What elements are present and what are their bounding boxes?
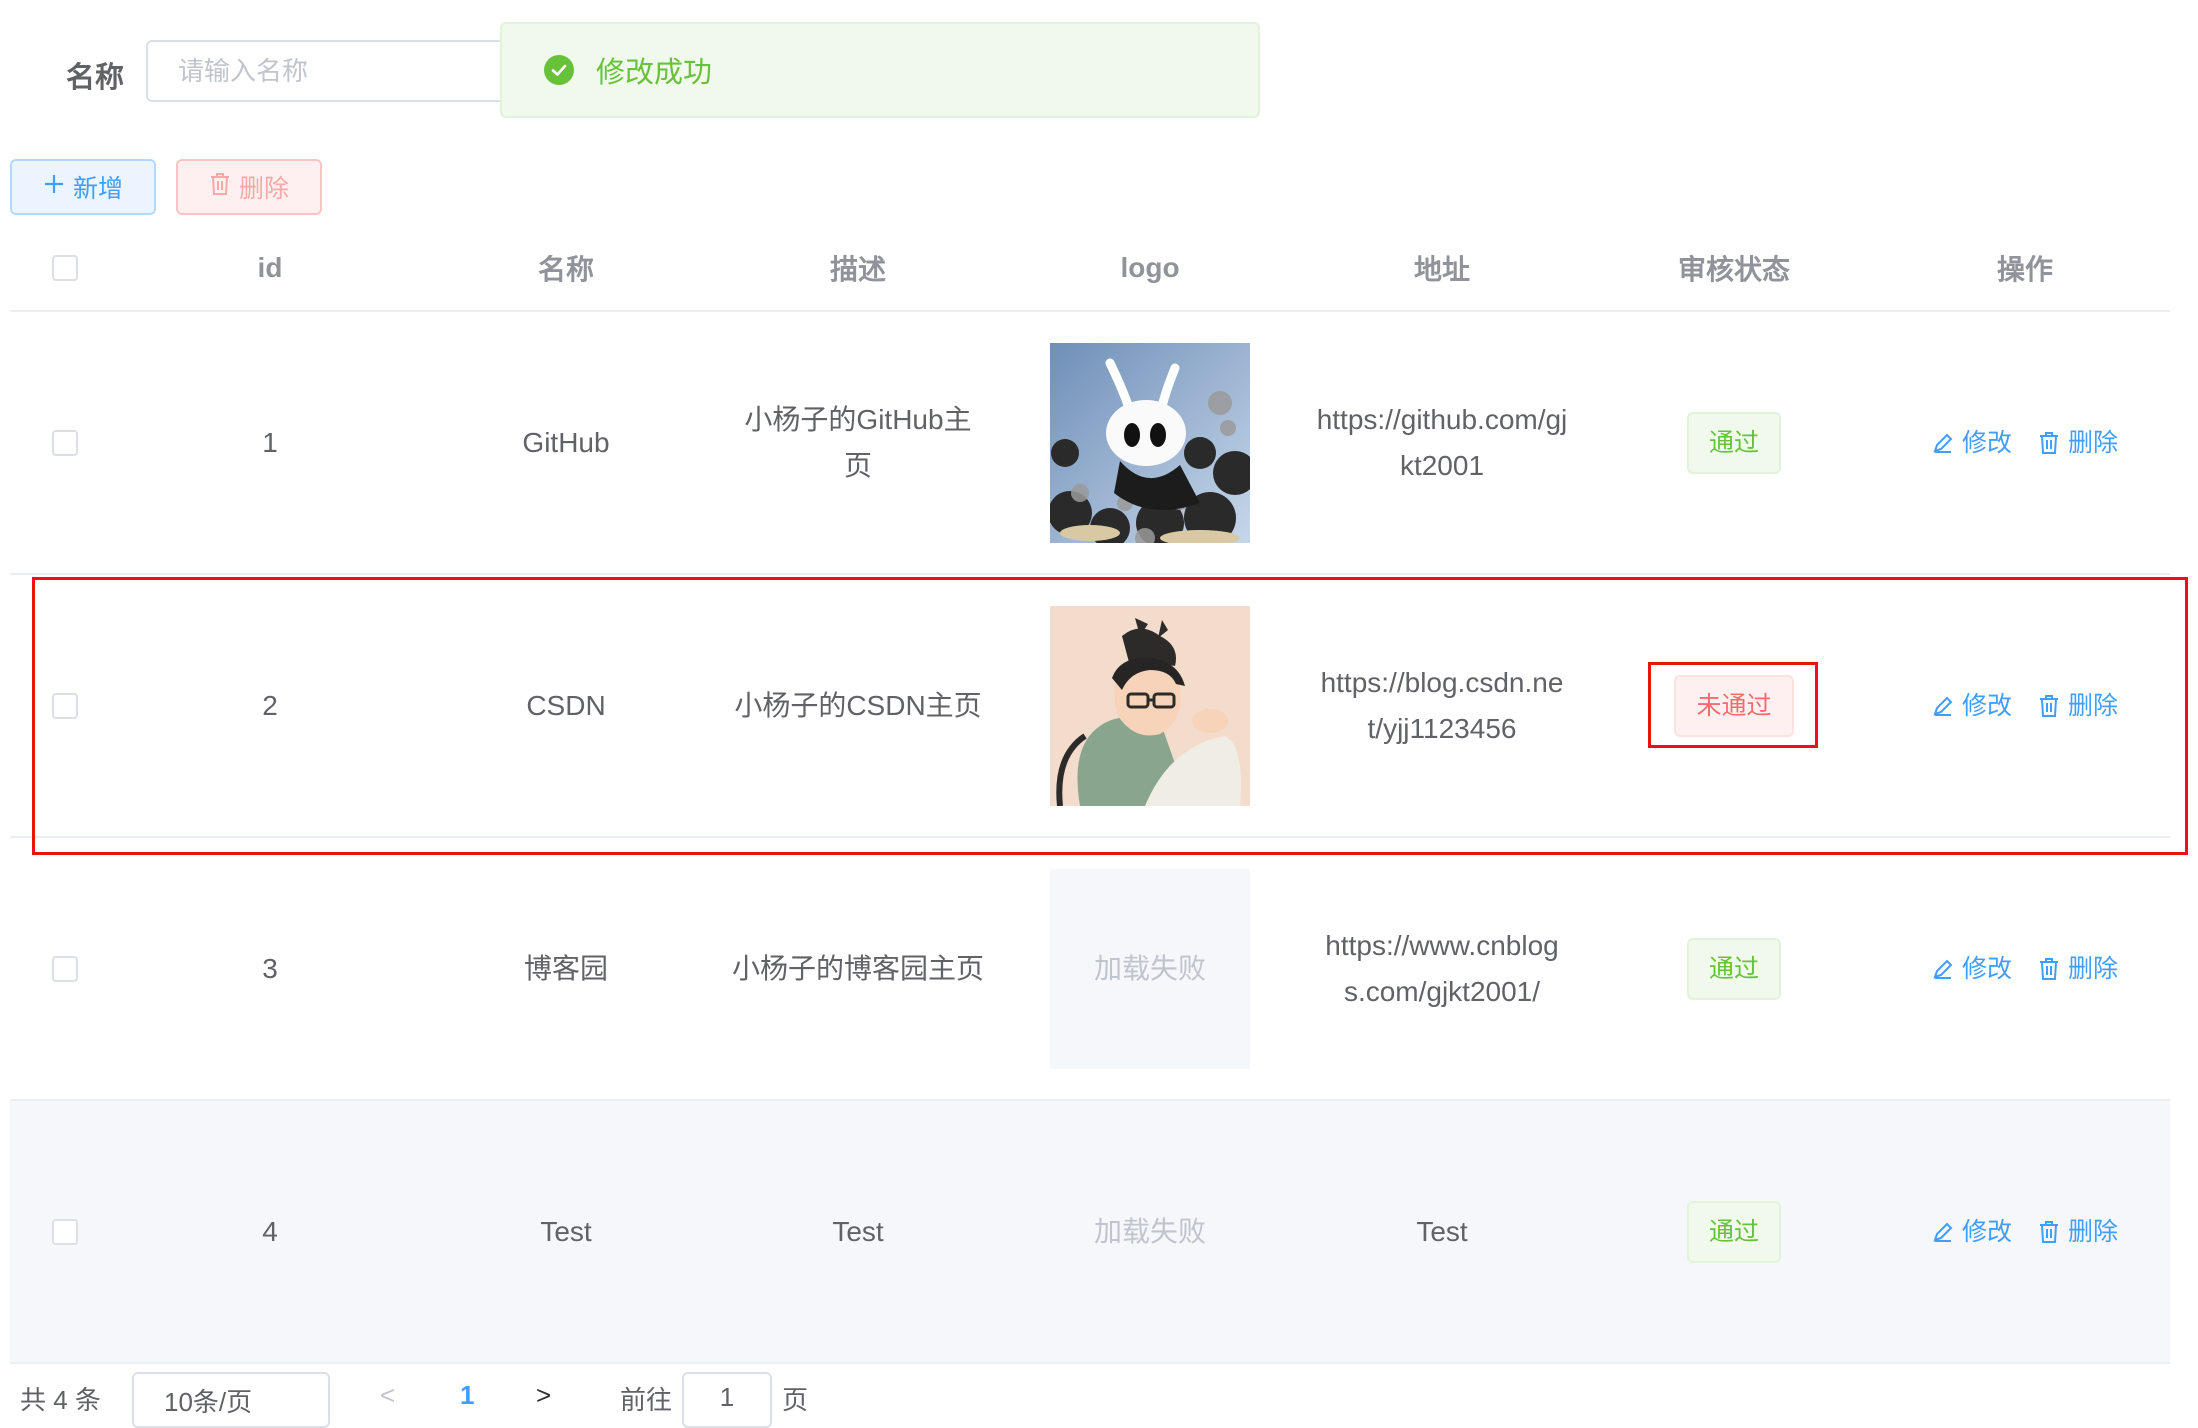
trash-icon <box>2040 1220 2058 1243</box>
cell-desc: 小杨子的GitHub主 页 <box>712 312 1004 573</box>
header-logo: logo <box>1120 252 1180 283</box>
check-circle-icon <box>544 55 574 85</box>
cell-id: 3 <box>262 952 278 984</box>
trash-icon <box>2040 431 2058 454</box>
cell-desc: Test <box>832 1215 884 1247</box>
page-unit-label: 页 <box>782 1385 809 1415</box>
add-button[interactable]: 新增 <box>10 159 156 215</box>
table-row: 2 CSDN 小杨子的CSDN主页 https://blog.csdn.ne t… <box>10 575 2170 838</box>
url-line: kt2001 <box>1399 449 1485 481</box>
plus-icon <box>43 173 65 202</box>
row-checkbox[interactable] <box>52 1218 78 1245</box>
delete-label: 删除 <box>2068 1217 2119 1246</box>
delete-button[interactable]: 删除 <box>2038 946 2118 992</box>
table-row: 1 GitHub 小杨子的GitHub主 页 https://github.co… <box>10 312 2170 575</box>
select-all-checkbox[interactable] <box>52 255 78 281</box>
next-page-button[interactable]: > <box>536 1380 551 1411</box>
edit-icon <box>1933 959 1953 979</box>
edit-button[interactable]: 修改 <box>1932 683 2012 729</box>
table-row: 3 博客园 小杨子的博客园主页 加载失败 https://www.cnblog … <box>10 838 2170 1101</box>
desc-line: 小杨子的CSDN主页 <box>734 689 982 721</box>
table-row: 4 Test Test 加载失败 Test 通过 修改 删除 <box>10 1101 2170 1364</box>
add-button-label: 新增 <box>72 175 123 203</box>
cell-url: Test <box>1416 1215 1468 1247</box>
header-status: 审核状态 <box>1677 254 1790 285</box>
trash-icon <box>209 172 231 203</box>
bulk-delete-label: 删除 <box>238 175 289 203</box>
delete-label: 删除 <box>2068 954 2119 983</box>
page-number[interactable]: 1 <box>460 1380 474 1411</box>
url-line: t/yjj1123456 <box>1367 712 1517 744</box>
page-size-select[interactable]: 10条/页 <box>132 1372 330 1428</box>
status-badge: 未通过 <box>1674 674 1794 737</box>
cell-name: CSDN <box>526 689 606 721</box>
edit-button[interactable]: 修改 <box>1932 946 2012 992</box>
row-checkbox[interactable] <box>52 955 78 982</box>
toast-message: 修改成功 <box>596 57 713 89</box>
row-checkbox[interactable] <box>52 692 78 719</box>
table-header: id 名称 描述 logo 地址 审核状态 操作 <box>10 226 2170 312</box>
desc-line: 小杨子的GitHub主 <box>744 403 972 435</box>
cell-url: https://www.cnblog s.com/gjkt2001/ <box>1296 838 1588 1099</box>
search-label: 名称 <box>66 62 125 94</box>
logo-load-failed: 加载失败 <box>1093 1215 1206 1247</box>
success-toast: 修改成功 <box>500 22 1260 118</box>
url-line: s.com/gjkt2001/ <box>1343 975 1541 1007</box>
row-checkbox[interactable] <box>52 429 78 456</box>
delete-label: 删除 <box>2068 428 2119 457</box>
url-line: https://www.cnblog <box>1325 929 1559 961</box>
status-badge: 通过 <box>1686 411 1781 474</box>
cell-id: 1 <box>262 426 278 458</box>
edit-button[interactable]: 修改 <box>1932 420 2012 466</box>
delete-button[interactable]: 删除 <box>2038 683 2118 729</box>
cell-url: https://blog.csdn.ne t/yjj1123456 <box>1296 575 1588 836</box>
delete-button[interactable]: 删除 <box>2038 1209 2118 1255</box>
search-input[interactable] <box>146 40 546 102</box>
data-table: id 名称 描述 logo 地址 审核状态 操作 1 GitHub 小杨子的Gi… <box>10 226 2170 1364</box>
header-ops: 操作 <box>1996 254 2053 285</box>
cell-url: https://github.com/gj kt2001 <box>1296 312 1588 573</box>
pagination: 共 4 条 10条/页 < 1 > 前往 1 页 <box>0 1372 2198 1428</box>
url-line: https://github.com/gj <box>1316 403 1568 435</box>
edit-button[interactable]: 修改 <box>1932 1209 2012 1255</box>
prev-page-button[interactable]: < <box>380 1380 395 1411</box>
cell-id: 2 <box>262 689 278 721</box>
cell-desc: 小杨子的CSDN主页 <box>712 575 1004 836</box>
header-url: 地址 <box>1413 254 1470 285</box>
edit-icon <box>1933 696 1953 716</box>
edit-label: 修改 <box>1961 954 2012 983</box>
logo-load-failed: 加载失败 <box>1050 868 1250 1069</box>
edit-icon <box>1933 1222 1953 1242</box>
trash-icon <box>2040 694 2058 717</box>
header-name: 名称 <box>537 254 594 285</box>
status-badge: 通过 <box>1686 937 1781 1000</box>
cell-name: 博客园 <box>523 952 608 984</box>
trash-icon <box>2040 957 2058 980</box>
header-desc: 描述 <box>829 254 886 285</box>
delete-button[interactable]: 删除 <box>2038 420 2118 466</box>
pagination-total: 共 4 条 <box>20 1385 101 1415</box>
edit-label: 修改 <box>1961 428 2012 457</box>
cell-name: GitHub <box>522 426 610 458</box>
goto-label: 前往 <box>620 1385 673 1415</box>
desc-line: 页 <box>843 449 872 481</box>
cell-name: Test <box>540 1215 592 1247</box>
logo-image <box>1050 605 1250 806</box>
edit-label: 修改 <box>1961 1217 2012 1246</box>
edit-label: 修改 <box>1961 691 2012 720</box>
header-id: id <box>257 252 283 283</box>
cell-id: 4 <box>262 1215 278 1247</box>
edit-icon <box>1933 433 1953 453</box>
bulk-delete-button[interactable]: 删除 <box>176 159 322 215</box>
url-line: https://blog.csdn.ne <box>1320 666 1564 698</box>
status-badge: 通过 <box>1686 1200 1781 1263</box>
logo-image <box>1050 342 1250 543</box>
jump-input[interactable]: 1 <box>682 1372 772 1428</box>
cell-desc: 小杨子的博客园主页 <box>731 952 984 984</box>
delete-label: 删除 <box>2068 691 2119 720</box>
